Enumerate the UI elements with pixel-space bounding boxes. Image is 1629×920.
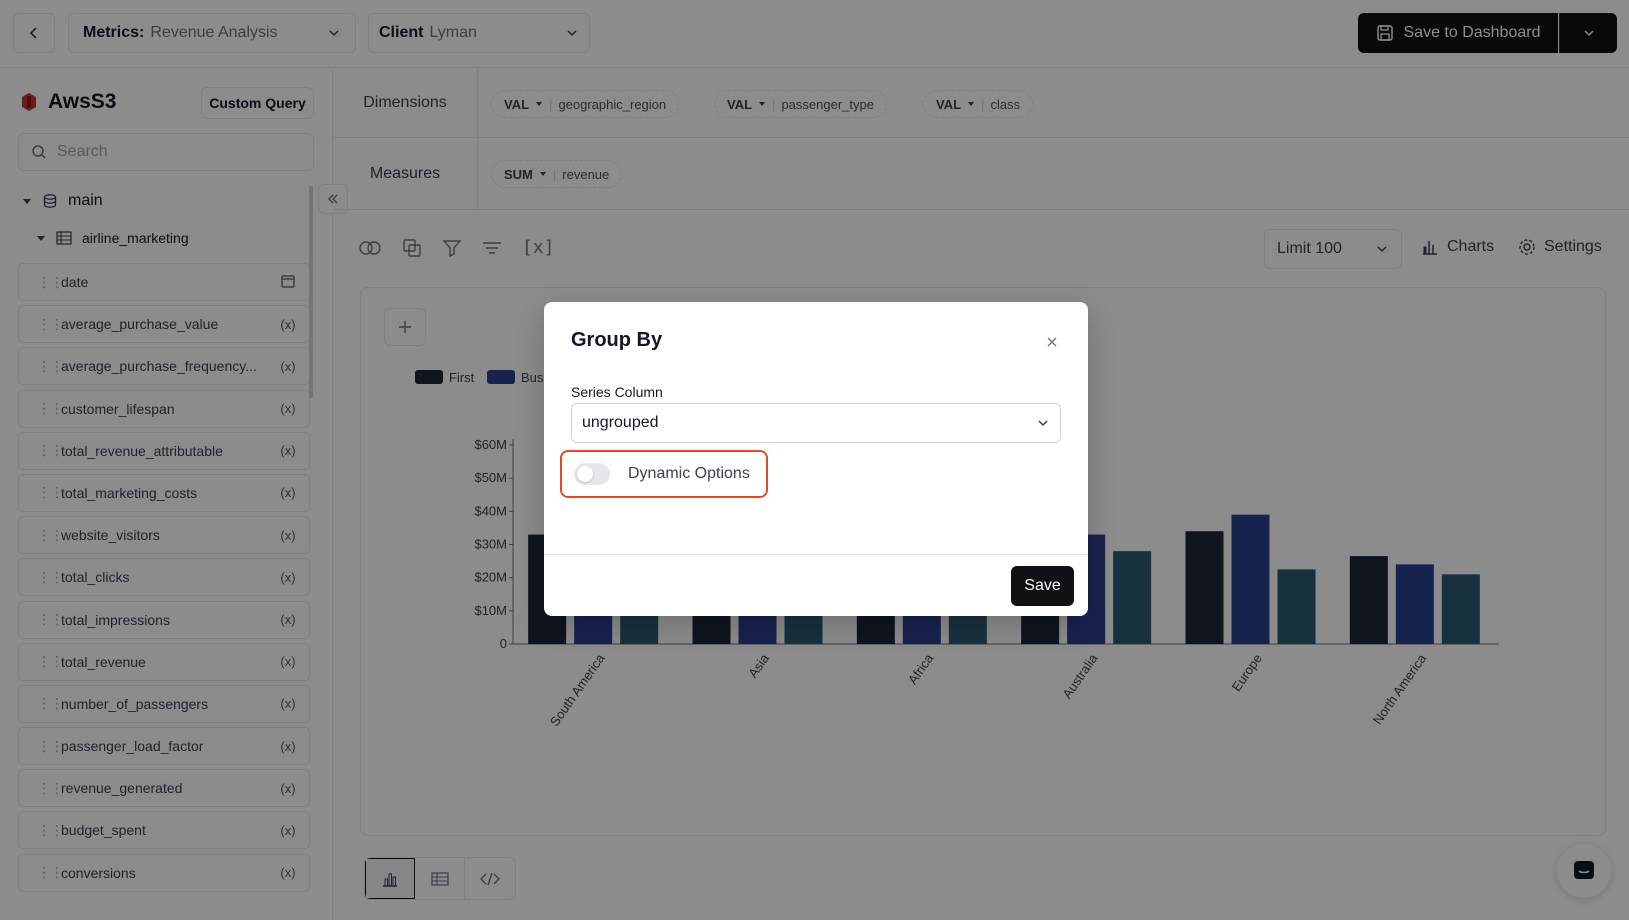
series-column-label: Series Column [571,384,663,400]
close-button[interactable] [1042,332,1062,352]
toggle-knob [577,466,593,482]
save-button[interactable]: Save [1011,566,1074,606]
close-icon [1047,337,1057,347]
series-column-value: ungrouped [582,414,659,431]
dynamic-options-highlight: Dynamic Options [560,450,768,498]
chevron-down-icon [1038,420,1048,427]
modal-title: Group By [571,329,663,351]
modal-divider [544,554,1088,555]
group-by-modal: Group By Series Column ungrouped Dynamic… [544,302,1088,616]
dynamic-options-label: Dynamic Options [628,465,750,482]
series-column-select[interactable]: ungrouped [571,403,1061,443]
dynamic-options-toggle[interactable] [574,463,610,485]
